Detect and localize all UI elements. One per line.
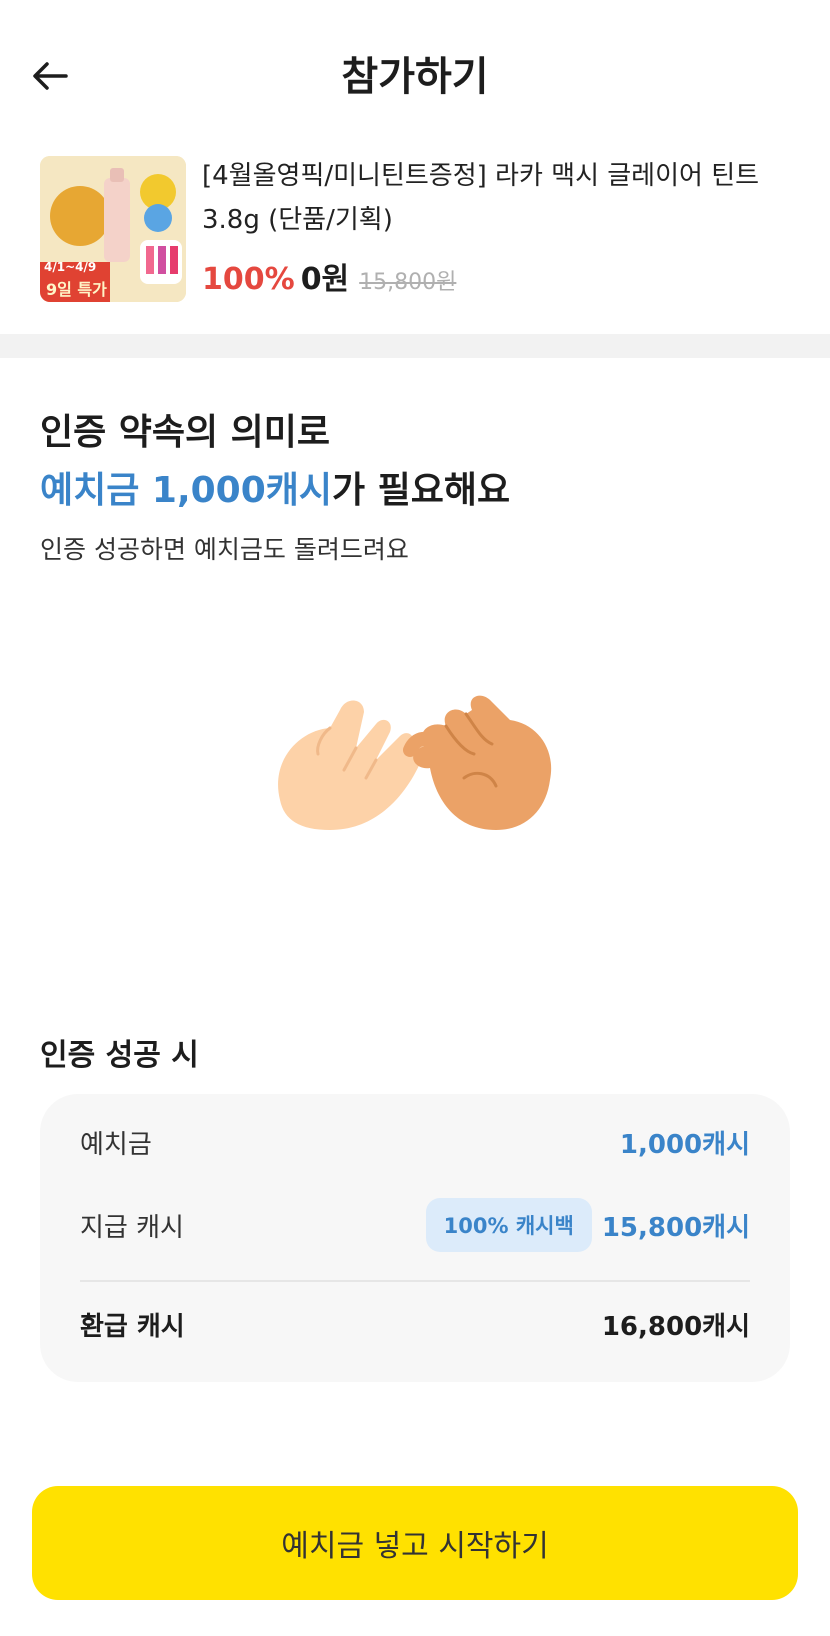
product-name: [4월올영픽/미니틴트증정] 라카 맥시 글레이어 틴트 3.8g (단품/기획… — [202, 161, 760, 235]
section-divider — [0, 334, 830, 358]
headline-line2: 예치금 1,000캐시가 필요해요 — [40, 462, 510, 520]
deposit-value: 1,000캐시 — [619, 1130, 750, 1160]
product-thumbnail: 4/1~4/9 9일 특가 — [40, 156, 186, 302]
reward-row: 지급 캐시 100% 캐시백 15,800캐시 — [80, 1198, 750, 1252]
deposit-headline: 인증 약속의 의미로 예치금 1,000캐시가 필요해요 — [40, 404, 510, 520]
deposit-amount: 예치금 1,000캐시 — [40, 470, 333, 511]
refund-row: 환급 캐시 16,800캐시 — [80, 1306, 750, 1343]
promo-label: 9일 특가 — [46, 280, 107, 299]
cashback-badge: 100% 캐시백 — [425, 1198, 592, 1252]
refund-label: 환급 캐시 — [80, 1312, 185, 1342]
discount-rate: 100% — [202, 262, 295, 297]
price-row: 100% 0원 15,800원 — [202, 254, 456, 298]
page-title: 참가하기 — [341, 54, 489, 100]
sale-price: 0원 — [300, 262, 350, 297]
deposit-label: 예치금 — [80, 1130, 152, 1160]
headline-line2-rest: 가 필요해요 — [332, 470, 511, 511]
deposit-row: 예치금 1,000캐시 — [80, 1124, 750, 1161]
app-header: 참가하기 — [0, 0, 830, 150]
promo-dates: 4/1~4/9 — [44, 260, 97, 274]
original-price: 15,800원 — [359, 270, 457, 295]
deposit-subtitle: 인증 성공하면 예치금도 돌려드려요 — [40, 535, 409, 564]
pinky-promise-hands-icon — [260, 690, 570, 870]
start-with-deposit-button[interactable]: 예치금 넣고 시작하기 — [32, 1486, 798, 1600]
product-summary[interactable]: 4/1~4/9 9일 특가 [4월올영픽/미니틴트증정] 라카 맥시 글레이어 … — [40, 154, 800, 304]
success-section-title: 인증 성공 시 — [40, 1038, 199, 1073]
reward-right: 100% 캐시백 15,800캐시 — [425, 1198, 750, 1252]
card-divider — [80, 1280, 750, 1282]
reward-label: 지급 캐시 — [80, 1212, 184, 1243]
headline-line1: 인증 약속의 의미로 — [40, 412, 331, 453]
reward-value: 15,800캐시 — [601, 1212, 750, 1243]
refund-value: 16,800캐시 — [601, 1312, 750, 1342]
